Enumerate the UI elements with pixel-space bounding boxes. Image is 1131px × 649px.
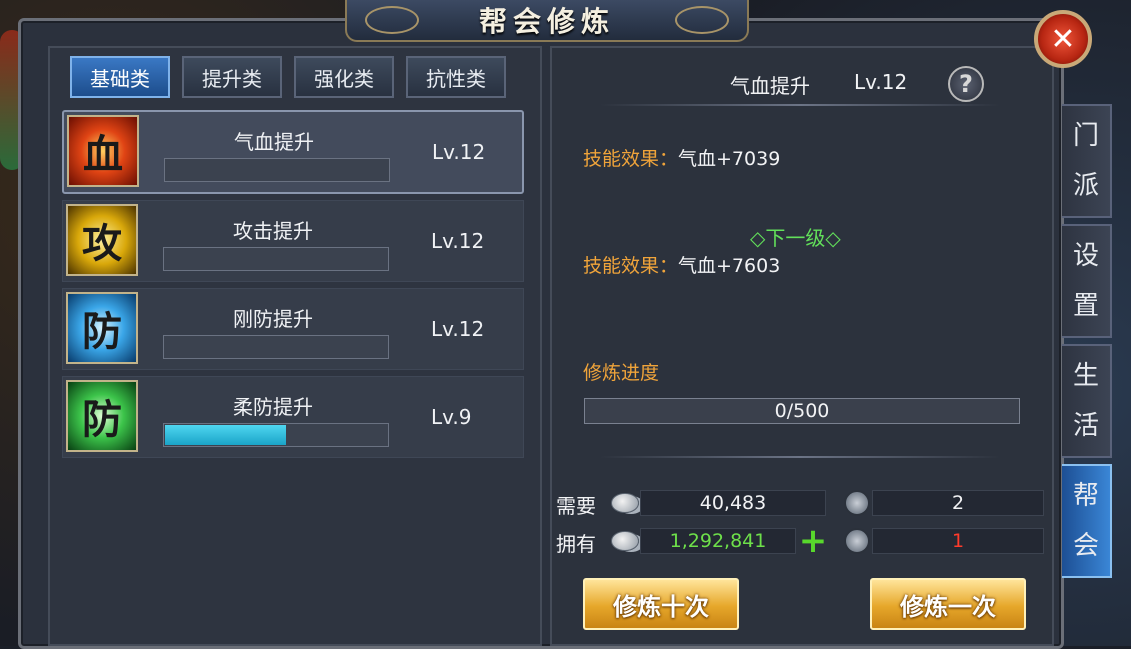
attack-icon: 攻 bbox=[66, 204, 138, 276]
side-tab-life[interactable]: 生 活 bbox=[1062, 344, 1112, 458]
add-silver-button[interactable]: + bbox=[798, 521, 828, 561]
tab-enhance[interactable]: 强化类 bbox=[294, 56, 394, 98]
next-level-heading: ◇下一级◇ bbox=[750, 226, 841, 250]
have-label: 拥有 bbox=[556, 532, 596, 556]
skill-row-physical-defense[interactable]: 防 刚防提升 Lv.12 bbox=[62, 288, 524, 370]
physical-defense-icon: 防 bbox=[66, 292, 138, 364]
need-token-value: 2 bbox=[872, 490, 1044, 516]
category-tabs: 基础类 提升类 强化类 抗性类 bbox=[70, 56, 506, 98]
close-icon[interactable]: ✕ bbox=[1034, 10, 1092, 68]
skill-row-hp[interactable]: 血 气血提升 Lv.12 bbox=[62, 110, 524, 194]
train-ten-times-button[interactable]: 修炼十次 bbox=[583, 578, 739, 630]
detail-skill-level: Lv.12 bbox=[854, 70, 908, 94]
skill-list: 血 气血提升 Lv.12 攻 攻击提升 Lv.12 防 刚防提升 Lv.12 防… bbox=[62, 110, 524, 464]
skill-level: Lv.9 bbox=[431, 405, 472, 429]
side-tab-char: 设 bbox=[1072, 241, 1099, 271]
next-effect: 技能效果：气血+7603 bbox=[583, 251, 780, 278]
side-tab-char: 生 bbox=[1072, 361, 1099, 391]
skill-progress-bar bbox=[164, 158, 390, 182]
banner-ornament-right bbox=[675, 6, 729, 34]
skill-progress-bar bbox=[163, 335, 389, 359]
train-once-button[interactable]: 修炼一次 bbox=[870, 578, 1026, 630]
skill-level: Lv.12 bbox=[431, 317, 485, 341]
skill-name: 气血提升 bbox=[234, 130, 314, 154]
effect-label: 技能效果： bbox=[583, 255, 679, 277]
have-token-value: 1 bbox=[872, 528, 1044, 554]
skill-name: 柔防提升 bbox=[233, 395, 313, 419]
side-tab-char: 派 bbox=[1072, 171, 1099, 201]
window-title: 帮会修炼 bbox=[478, 5, 615, 38]
skill-progress-bar bbox=[163, 423, 389, 447]
training-progress-bar: 0/500 bbox=[584, 398, 1020, 424]
skill-row-attack[interactable]: 攻 攻击提升 Lv.12 bbox=[62, 200, 524, 282]
skill-level: Lv.12 bbox=[432, 140, 486, 164]
current-effect: 技能效果：气血+7039 bbox=[583, 144, 780, 171]
side-tab-char: 置 bbox=[1072, 291, 1099, 321]
blood-icon: 血 bbox=[67, 115, 139, 187]
side-tab-char: 活 bbox=[1072, 411, 1099, 441]
skill-row-magic-defense[interactable]: 防 柔防提升 Lv.9 bbox=[62, 376, 524, 458]
have-silver-value: 1,292,841 bbox=[640, 528, 796, 554]
silver-coin-icon bbox=[608, 528, 642, 554]
side-tab-settings[interactable]: 设 置 bbox=[1062, 224, 1112, 338]
help-icon[interactable]: ? bbox=[948, 66, 984, 102]
side-tab-faction[interactable]: 门 派 bbox=[1062, 104, 1112, 218]
tab-upgrade[interactable]: 提升类 bbox=[182, 56, 282, 98]
banner-ornament-left bbox=[365, 6, 419, 34]
need-silver-value: 40,483 bbox=[640, 490, 826, 516]
side-tab-char: 帮 bbox=[1072, 481, 1099, 511]
skill-progress-bar bbox=[163, 247, 389, 271]
effect-value: 气血+7039 bbox=[678, 148, 781, 170]
skill-name: 刚防提升 bbox=[233, 307, 313, 331]
token-icon bbox=[842, 488, 872, 518]
training-progress-text: 0/500 bbox=[774, 400, 830, 422]
skill-name: 攻击提升 bbox=[233, 219, 313, 243]
magic-defense-icon: 防 bbox=[66, 380, 138, 452]
skill-progress-fill bbox=[165, 425, 286, 445]
side-tab-guild[interactable]: 帮 会 bbox=[1062, 464, 1112, 578]
token-icon bbox=[842, 526, 872, 556]
side-tab-char: 会 bbox=[1072, 531, 1099, 561]
training-progress-label: 修炼进度 bbox=[583, 362, 660, 384]
tab-basic[interactable]: 基础类 bbox=[70, 56, 170, 98]
title-banner: 帮会修炼 bbox=[345, 0, 749, 42]
tab-resistance[interactable]: 抗性类 bbox=[406, 56, 506, 98]
skill-level: Lv.12 bbox=[431, 229, 485, 253]
silver-coin-icon bbox=[608, 490, 642, 516]
side-tab-char: 门 bbox=[1072, 121, 1099, 151]
need-label: 需要 bbox=[556, 494, 596, 518]
divider bbox=[600, 104, 1000, 106]
divider bbox=[600, 456, 1000, 458]
detail-skill-name: 气血提升 bbox=[730, 74, 810, 98]
effect-value: 气血+7603 bbox=[678, 255, 781, 277]
effect-label: 技能效果： bbox=[583, 148, 679, 170]
